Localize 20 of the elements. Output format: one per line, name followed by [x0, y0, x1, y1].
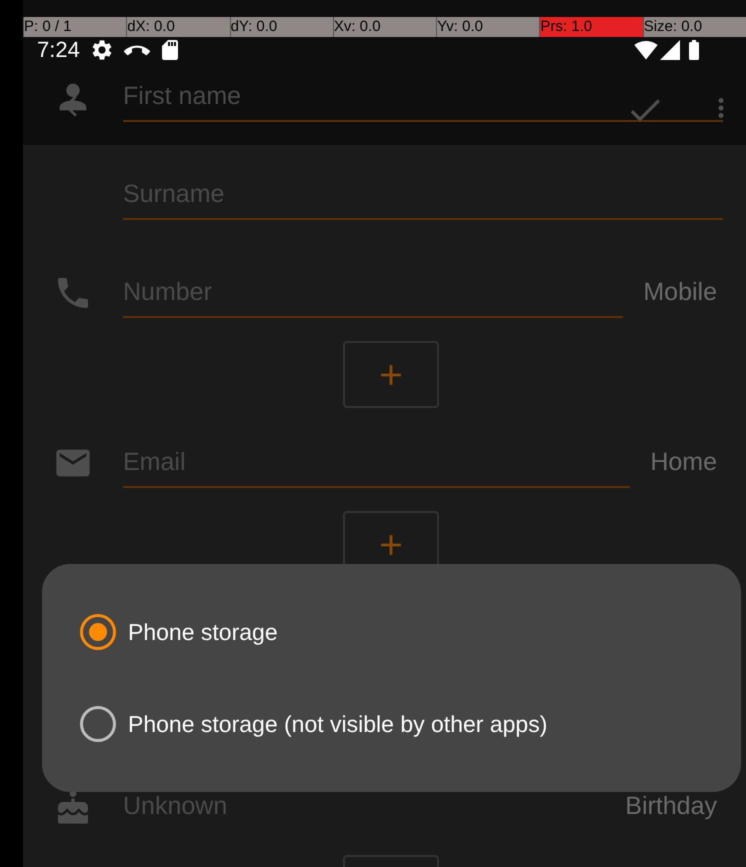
pointer-stat: dX: 0.0 — [126, 17, 230, 37]
pointer-stat: dY: 0.0 — [230, 17, 333, 37]
option-label: Phone storage (not visible by other apps) — [128, 710, 548, 739]
status-time: 7:24 — [37, 38, 80, 62]
type-label[interactable]: Mobile — [643, 274, 717, 312]
type-label[interactable]: Home — [650, 444, 717, 482]
settings-icon — [90, 38, 114, 62]
pointer-stat: Xv: 0.0 — [332, 17, 436, 37]
wifi-icon — [634, 38, 658, 62]
radio-button[interactable] — [80, 614, 116, 650]
pointer-stat: Size: 0.0 — [642, 17, 746, 37]
pointer-stat: Prs: 1.0 — [539, 17, 643, 37]
radio-button[interactable] — [80, 706, 116, 742]
storage-option[interactable]: Phone storage — [80, 614, 741, 650]
add-button[interactable] — [342, 341, 438, 408]
pointer-stat: P: 0 / 1 — [23, 17, 126, 37]
option-label: Phone storage — [128, 618, 278, 647]
type-label[interactable]: Birthday — [625, 788, 717, 826]
text-input[interactable]: First name — [123, 72, 723, 122]
storage-option[interactable]: Phone storage (not visible by other apps) — [80, 706, 741, 742]
